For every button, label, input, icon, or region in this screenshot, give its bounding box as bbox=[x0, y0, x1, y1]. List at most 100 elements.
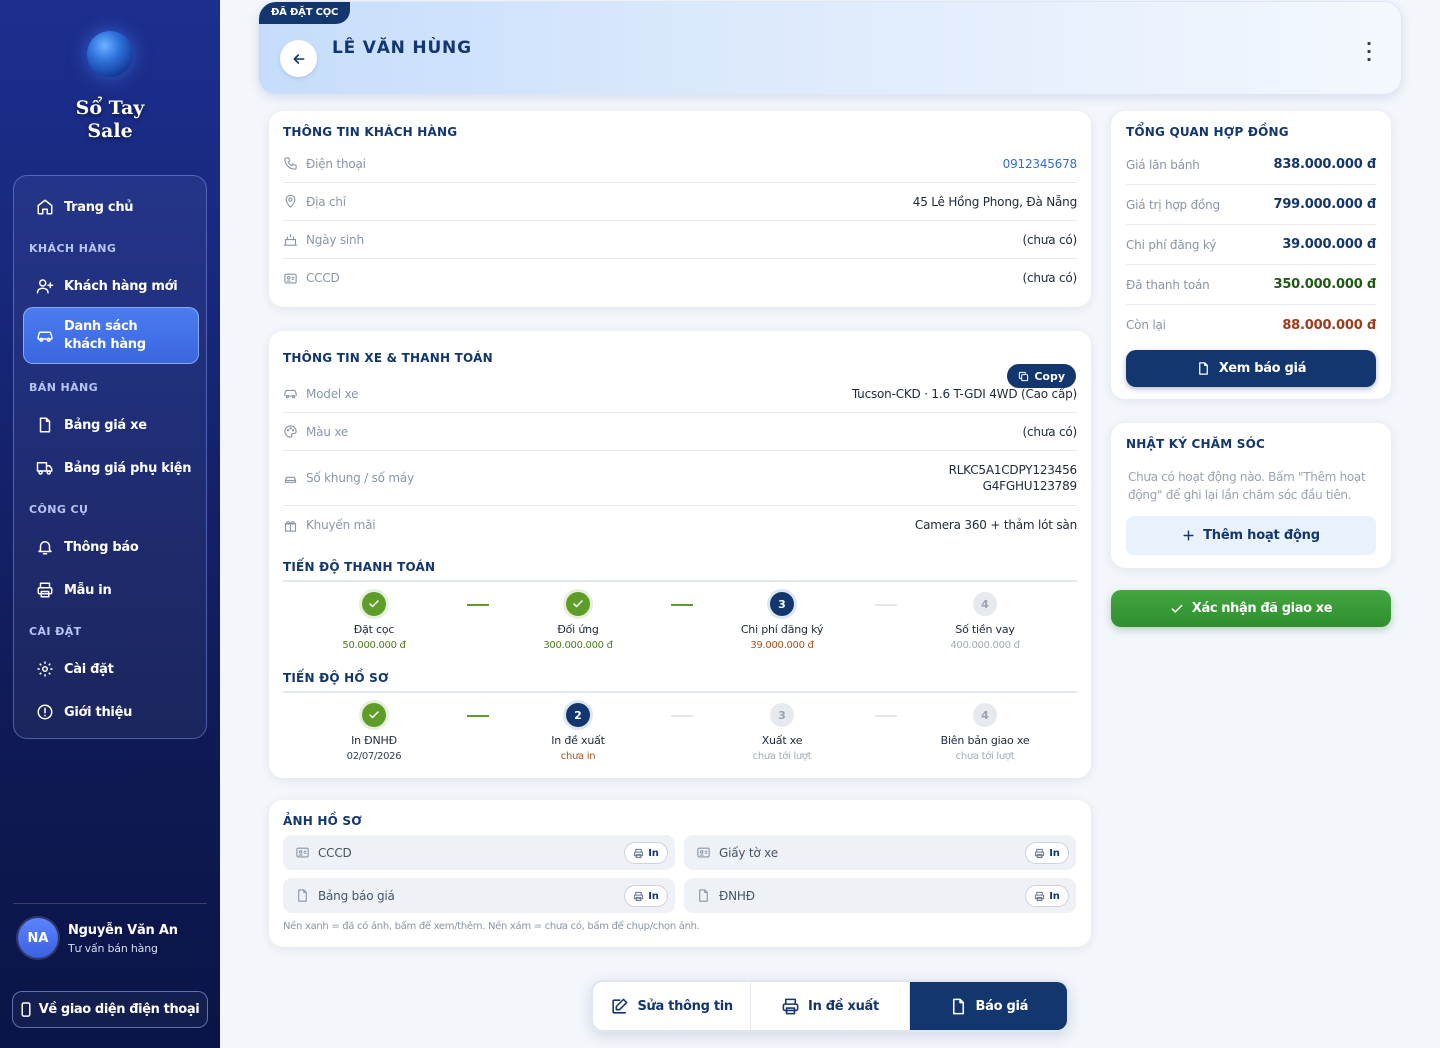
sidebar-item-accessory-price[interactable]: Bảng giá phụ kiện bbox=[24, 457, 198, 479]
file-icon bbox=[952, 998, 964, 1014]
app-title: Sổ Tay Sale bbox=[75, 97, 145, 142]
sidebar-item-customer-list[interactable]: Danh sách khách hàng bbox=[23, 307, 199, 364]
info-row-color: Màu xe (chưa có) bbox=[283, 413, 1077, 451]
back-button[interactable] bbox=[280, 40, 317, 77]
sidebar-item-templates[interactable]: Mẫu in bbox=[24, 579, 198, 601]
smartphone-icon bbox=[21, 1002, 31, 1017]
edit-info-button[interactable]: Sửa thông tin bbox=[593, 982, 750, 1030]
summary-value: 39.000.000 đ bbox=[1282, 237, 1376, 252]
contract-summary-card: TỔNG QUAN HỢP ĐỒNG Giá lăn bánh 838.000.0… bbox=[1111, 111, 1391, 399]
summary-row: Còn lại 88.000.000 đ bbox=[1126, 305, 1376, 345]
nav-section-settings: CÀI ĐẶT bbox=[29, 625, 82, 638]
quote-button[interactable]: Báo giá bbox=[908, 982, 1067, 1030]
printer-icon bbox=[1035, 848, 1045, 858]
print-cccd-button[interactable]: In bbox=[624, 842, 668, 864]
progress-step: Đặt cọc 50.000.000 đ bbox=[284, 592, 464, 651]
file-icon bbox=[39, 417, 51, 433]
summary-label: Chi phí đăng ký bbox=[1126, 237, 1217, 252]
step-sub: chưa tới lượt bbox=[955, 751, 1015, 762]
photo-cccd[interactable]: CCCD In bbox=[283, 835, 675, 870]
photo-dnhd[interactable]: ĐNHĐ In bbox=[684, 878, 1076, 913]
page-title: LÊ VĂN HÙNG bbox=[332, 38, 472, 58]
step-indicator bbox=[362, 592, 386, 616]
step-sub: 300.000.000 đ bbox=[543, 640, 613, 651]
photo-vehicle-papers[interactable]: Giấy tờ xe In bbox=[684, 835, 1076, 870]
sidebar-divider bbox=[13, 903, 207, 904]
palette-icon bbox=[284, 425, 297, 438]
confirm-delivery-button[interactable]: Xác nhận đã giao xe bbox=[1111, 590, 1391, 627]
gift-icon bbox=[284, 520, 297, 532]
mobile-view-button[interactable]: Về giao diện điện thoại bbox=[12, 991, 208, 1028]
nav-section-customers: KHÁCH HÀNG bbox=[29, 242, 117, 255]
customer-info-title: THÔNG TIN KHÁCH HÀNG bbox=[283, 125, 458, 139]
id-card-icon bbox=[296, 847, 309, 858]
print-vehicle-papers-button[interactable]: In bbox=[1025, 842, 1069, 864]
step-name: Số tiền vay bbox=[955, 623, 1015, 636]
document-progress-title: TIẾN ĐỘ HỒ SƠ bbox=[283, 671, 389, 685]
check-icon bbox=[369, 711, 379, 719]
print-dnhd-button[interactable]: In bbox=[1025, 885, 1069, 907]
sidebar-item-home[interactable]: Trang chủ bbox=[24, 196, 198, 218]
sidebar-item-new-customer[interactable]: Khách hàng mới bbox=[24, 275, 198, 297]
progress-step: In ĐNHĐ 02/07/2026 bbox=[284, 703, 464, 762]
summary-value: 350.000.000 đ bbox=[1273, 277, 1376, 292]
user-name: Nguyễn Văn An bbox=[68, 923, 178, 938]
edit-icon bbox=[612, 998, 628, 1014]
phone-link[interactable]: 0912345678 bbox=[1003, 157, 1078, 171]
progress-step: Đối ứng 300.000.000 đ bbox=[488, 592, 668, 651]
cake-icon bbox=[283, 233, 298, 246]
printer-icon bbox=[782, 998, 799, 1014]
step-connector bbox=[671, 715, 693, 717]
step-sub: 50.000.000 đ bbox=[342, 640, 406, 651]
bottom-action-bar: Sửa thông tin In đề xuất Báo giá bbox=[591, 980, 1069, 1032]
sidebar: Sổ Tay Sale Trang chủ KHÁCH HÀNG Khách h… bbox=[0, 0, 220, 1048]
bell-icon bbox=[38, 541, 52, 555]
info-row-promo: Khuyến mãi Camera 360 + thảm lót sàn bbox=[283, 506, 1077, 544]
add-activity-button[interactable]: Thêm hoạt động bbox=[1126, 516, 1376, 555]
sidebar-item-settings[interactable]: Cài đặt bbox=[24, 658, 198, 680]
check-icon bbox=[1171, 604, 1183, 613]
car-icon bbox=[284, 389, 297, 399]
step-connector bbox=[467, 715, 489, 717]
phone-icon bbox=[284, 157, 297, 170]
photos-card: ẢNH HỒ SƠ CCCD In Giấy tờ xe In Bảng báo… bbox=[269, 800, 1091, 947]
summary-label: Còn lại bbox=[1126, 318, 1166, 332]
gear-icon bbox=[37, 661, 53, 677]
view-quote-button[interactable]: Xem báo giá bbox=[1126, 350, 1376, 387]
photos-title: ẢNH HỒ SƠ bbox=[283, 814, 362, 828]
step-connector bbox=[875, 715, 897, 717]
step-sub: 02/07/2026 bbox=[346, 751, 402, 762]
print-proposal-button[interactable]: In đề xuất bbox=[750, 982, 908, 1030]
printer-icon bbox=[634, 848, 644, 858]
summary-label: Đã thanh toán bbox=[1126, 277, 1210, 292]
step-indicator: 3 bbox=[770, 592, 794, 616]
print-quote-button[interactable]: In bbox=[624, 885, 668, 907]
step-indicator bbox=[362, 703, 386, 727]
sidebar-item-price-list[interactable]: Bảng giá xe bbox=[24, 414, 198, 436]
summary-value: 799.000.000 đ bbox=[1273, 197, 1376, 212]
plus-icon bbox=[1183, 530, 1194, 541]
avatar[interactable]: NA bbox=[18, 918, 58, 958]
step-sub: chưa tới lượt bbox=[752, 751, 812, 762]
car-icon bbox=[37, 331, 53, 342]
printer-icon bbox=[634, 891, 644, 901]
step-name: In ĐNHĐ bbox=[351, 734, 397, 747]
app-logo bbox=[87, 31, 133, 77]
more-menu-button[interactable]: · · · bbox=[1363, 36, 1375, 68]
step-connector bbox=[671, 604, 693, 606]
summary-row: Giá lăn bánh 838.000.000 đ bbox=[1126, 145, 1376, 185]
payment-progress-title: TIẾN ĐỘ THANH TOÁN bbox=[283, 560, 436, 574]
care-log-title: NHẬT KÝ CHĂM SÓC bbox=[1126, 437, 1266, 451]
info-icon bbox=[37, 704, 53, 720]
id-card-icon bbox=[284, 273, 297, 283]
map-pin-icon bbox=[285, 194, 296, 208]
summary-label: Giá trị hợp đồng bbox=[1126, 197, 1220, 212]
customer-info-card: THÔNG TIN KHÁCH HÀNG Điện thoại 09123456… bbox=[269, 111, 1091, 307]
info-row-birthday: Ngày sinh (chưa có) bbox=[283, 221, 1077, 259]
id-card-icon bbox=[697, 847, 710, 858]
summary-value: 88.000.000 đ bbox=[1282, 317, 1376, 333]
care-log-card: NHẬT KÝ CHĂM SÓC Chưa có hoạt động nào. … bbox=[1111, 423, 1391, 568]
photo-quote[interactable]: Bảng báo giá In bbox=[283, 878, 675, 913]
sidebar-item-about[interactable]: Giới thiệu bbox=[24, 701, 198, 723]
sidebar-item-notifications[interactable]: Thông báo bbox=[24, 536, 198, 558]
